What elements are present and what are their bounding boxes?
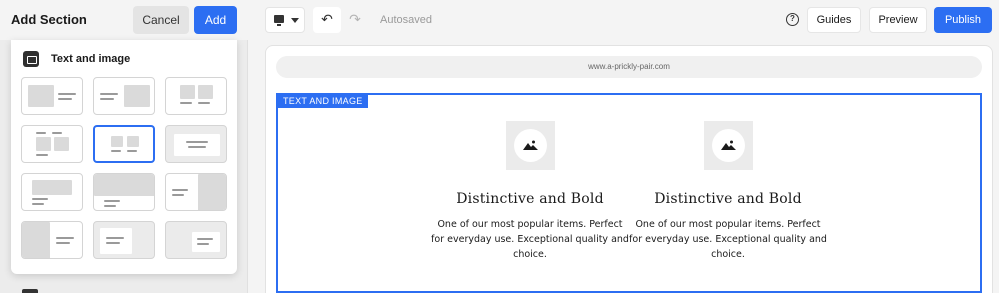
image-icon xyxy=(720,140,736,150)
category-label: Text and image xyxy=(51,53,131,65)
cancel-button[interactable]: Cancel xyxy=(133,6,189,34)
device-selector[interactable] xyxy=(265,7,305,33)
layout-centered-text-box[interactable] xyxy=(165,125,227,163)
feature-item[interactable]: Distinctive and Bold One of our most pop… xyxy=(430,121,630,262)
redo-button[interactable]: ↷ xyxy=(341,7,369,33)
image-placeholder[interactable] xyxy=(505,121,555,170)
layout-image-left-text[interactable] xyxy=(21,77,83,115)
layout-full-image-text[interactable] xyxy=(93,173,155,211)
layout-two-images-text[interactable] xyxy=(165,77,227,115)
site-url: www.a-prickly-pair.com xyxy=(276,56,982,78)
text-image-category-icon xyxy=(23,51,39,67)
layout-banner-image-text[interactable] xyxy=(21,173,83,211)
feature-description[interactable]: One of our most popular items. Perfect f… xyxy=(628,217,828,262)
feature-title[interactable]: Distinctive and Bold xyxy=(430,191,630,207)
undo-button[interactable]: ↶ xyxy=(313,7,341,33)
desktop-icon xyxy=(274,15,284,26)
layout-two-columns-image-text[interactable] xyxy=(21,125,83,163)
preview-button[interactable]: Preview xyxy=(869,7,927,33)
redo-icon: ↷ xyxy=(349,12,361,28)
guides-button[interactable]: Guides xyxy=(807,7,861,33)
section-tag: TEXT AND IMAGE xyxy=(278,95,368,108)
panel-title: Add Section xyxy=(11,12,87,27)
help-icon[interactable]: ? xyxy=(786,13,799,26)
layout-text-box-right-on-image[interactable] xyxy=(165,221,227,259)
save-status: Autosaved xyxy=(380,14,432,26)
layout-text-box-on-image[interactable] xyxy=(93,221,155,259)
add-section-panel: Add Section Cancel Add Text and image xyxy=(0,0,248,293)
chevron-down-icon xyxy=(291,18,299,23)
layout-text-left-image[interactable] xyxy=(93,77,155,115)
feature-item[interactable]: Distinctive and Bold One of our most pop… xyxy=(628,121,828,262)
layout-half-image-text[interactable] xyxy=(21,221,83,259)
feature-title[interactable]: Distinctive and Bold xyxy=(628,191,828,207)
undo-icon: ↶ xyxy=(321,12,333,28)
layout-centered-images-text[interactable] xyxy=(93,125,155,163)
section-category-card: Text and image xyxy=(11,40,237,274)
panel-header: Add Section Cancel Add xyxy=(0,0,248,40)
publish-button[interactable]: Publish xyxy=(934,7,992,33)
layout-text-image-right-half[interactable] xyxy=(165,173,227,211)
image-placeholder[interactable] xyxy=(703,121,753,170)
layout-grid xyxy=(21,77,227,259)
image-icon xyxy=(522,140,538,150)
add-button[interactable]: Add xyxy=(194,6,237,34)
next-category-icon xyxy=(22,289,38,293)
feature-description[interactable]: One of our most popular items. Perfect f… xyxy=(430,217,630,262)
text-and-image-section[interactable]: TEXT AND IMAGE Distinctive and Bold One … xyxy=(276,93,982,293)
editor-toolbar: ↶ ↷ Autosaved ? Guides Preview Publish xyxy=(249,0,999,40)
site-preview-canvas: www.a-prickly-pair.com TEXT AND IMAGE Di… xyxy=(265,45,993,293)
